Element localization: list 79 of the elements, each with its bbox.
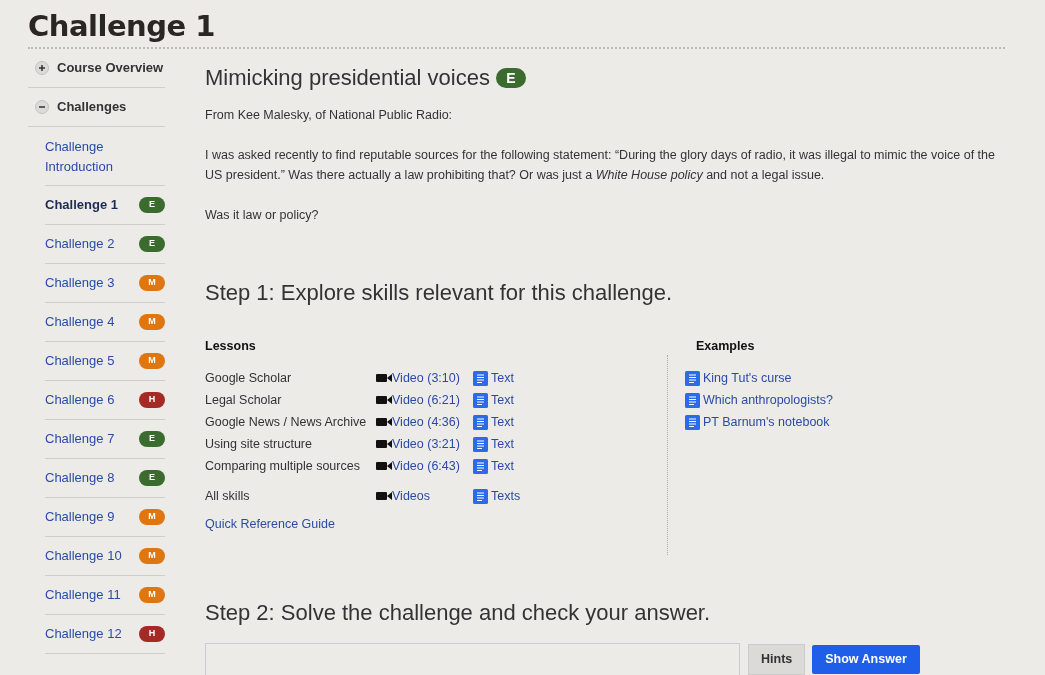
example-link[interactable]: King Tut's curse xyxy=(703,368,792,388)
document-icon xyxy=(473,370,488,386)
difficulty-badge: M xyxy=(139,548,165,564)
collapse-icon[interactable] xyxy=(35,100,49,114)
document-icon xyxy=(473,436,488,452)
difficulty-badge: M xyxy=(139,587,165,603)
section-heading: Lessons xyxy=(205,338,256,355)
difficulty-badge: M xyxy=(139,353,165,369)
show-answer-button[interactable]: Show Answer xyxy=(812,645,920,674)
example-link[interactable]: PT Barnum's notebook xyxy=(703,412,830,432)
difficulty-badge: E xyxy=(139,470,165,486)
answer-field[interactable] xyxy=(205,643,740,675)
section-heading: Examples xyxy=(696,338,755,355)
challenge-title: Mimicking presidential voices xyxy=(205,65,490,91)
document-icon xyxy=(473,458,488,474)
difficulty-badge: H xyxy=(139,392,165,408)
sidebar-item[interactable]: Challenge 3 xyxy=(45,273,135,293)
video-link[interactable]: Video (4:36) xyxy=(392,412,460,432)
paragraph: From Kee Malesky, of National Public Radio: xyxy=(205,107,454,124)
lesson-name: Comparing multiple sources xyxy=(205,457,361,475)
paragraph: Was it law or policy? xyxy=(205,207,320,224)
sidebar-item[interactable]: Challenge 1 xyxy=(45,195,135,215)
lesson-name: Legal Scholar xyxy=(205,391,283,409)
example-link[interactable]: Which anthropologists? xyxy=(703,390,833,410)
document-icon xyxy=(685,370,700,386)
sidebar-item[interactable]: Challenge 5 xyxy=(45,351,135,371)
difficulty-badge: M xyxy=(139,314,165,330)
step-heading: Step 2: Solve the challenge and check your answer. xyxy=(205,599,711,627)
sidebar-item[interactable]: Challenge 7 xyxy=(45,429,135,449)
hints-button[interactable]: Hints xyxy=(748,644,806,675)
sidebar-item[interactable]: Challenge 4 xyxy=(45,312,135,332)
sidebar-item[interactable]: Challenge 12 xyxy=(45,624,135,644)
video-camera-icon xyxy=(376,395,392,405)
difficulty-badge: E xyxy=(139,236,165,252)
lesson-name: Using site structure xyxy=(205,435,313,453)
sidebar-item[interactable]: Challenge 11 xyxy=(45,585,135,605)
difficulty-badge: E xyxy=(139,431,165,447)
document-icon xyxy=(473,488,488,504)
paragraph: I was asked recently to find reputable sources for the following statement: “During the glory days of radio, it was illegal to mimic the voice of the US president.” Was there actually a law prohibiting that? Or was just a White House policy and not a legal issue. xyxy=(205,147,996,184)
video-camera-icon xyxy=(376,417,392,427)
difficulty-badge: M xyxy=(139,275,165,291)
text-link[interactable]: Text xyxy=(491,390,514,410)
difficulty-badge: M xyxy=(139,509,165,525)
section-toggle[interactable]: Challenges xyxy=(57,97,127,117)
lesson-name: All skills xyxy=(205,487,251,505)
text-link[interactable]: Text xyxy=(491,456,514,476)
difficulty-badge: E xyxy=(495,68,526,88)
text-link[interactable]: Text xyxy=(491,368,514,388)
document-icon xyxy=(685,414,700,430)
difficulty-badge: E xyxy=(139,197,165,213)
document-icon xyxy=(473,414,488,430)
video-link[interactable]: Videos xyxy=(392,486,430,506)
lesson-name: Google Scholar xyxy=(205,369,293,387)
text-link[interactable]: Text xyxy=(491,434,514,454)
text-link[interactable]: Text xyxy=(491,412,514,432)
document-icon xyxy=(473,392,488,408)
video-camera-icon xyxy=(376,439,392,449)
difficulty-badge: H xyxy=(139,626,165,642)
video-link[interactable]: Video (6:43) xyxy=(392,456,460,476)
section-toggle[interactable]: Course Overview xyxy=(57,58,164,78)
page-title: Challenge 1 xyxy=(28,8,215,44)
reference-link[interactable]: Quick Reference Guide xyxy=(205,515,335,534)
sidebar-item[interactable]: Challenge Introduction xyxy=(45,137,135,177)
video-camera-icon xyxy=(376,491,392,501)
text-link[interactable]: Texts xyxy=(491,486,521,506)
sidebar-item[interactable]: Challenge 9 xyxy=(45,507,135,527)
video-link[interactable]: Video (6:21) xyxy=(392,390,460,410)
sidebar-item[interactable]: Challenge 8 xyxy=(45,468,135,488)
expand-icon[interactable] xyxy=(35,61,49,75)
video-camera-icon xyxy=(376,461,392,471)
document-icon xyxy=(685,392,700,408)
sidebar-item[interactable]: Challenge 6 xyxy=(45,390,135,410)
lesson-name: Google News / News Archive xyxy=(205,413,368,431)
video-link[interactable]: Video (3:21) xyxy=(392,434,460,454)
sidebar-item[interactable]: Challenge 10 xyxy=(45,546,135,566)
video-camera-icon xyxy=(376,373,392,383)
step-heading: Step 1: Explore skills relevant for this challenge. xyxy=(205,279,673,307)
video-link[interactable]: Video (3:10) xyxy=(392,368,460,388)
sidebar-item[interactable]: Challenge 2 xyxy=(45,234,135,254)
